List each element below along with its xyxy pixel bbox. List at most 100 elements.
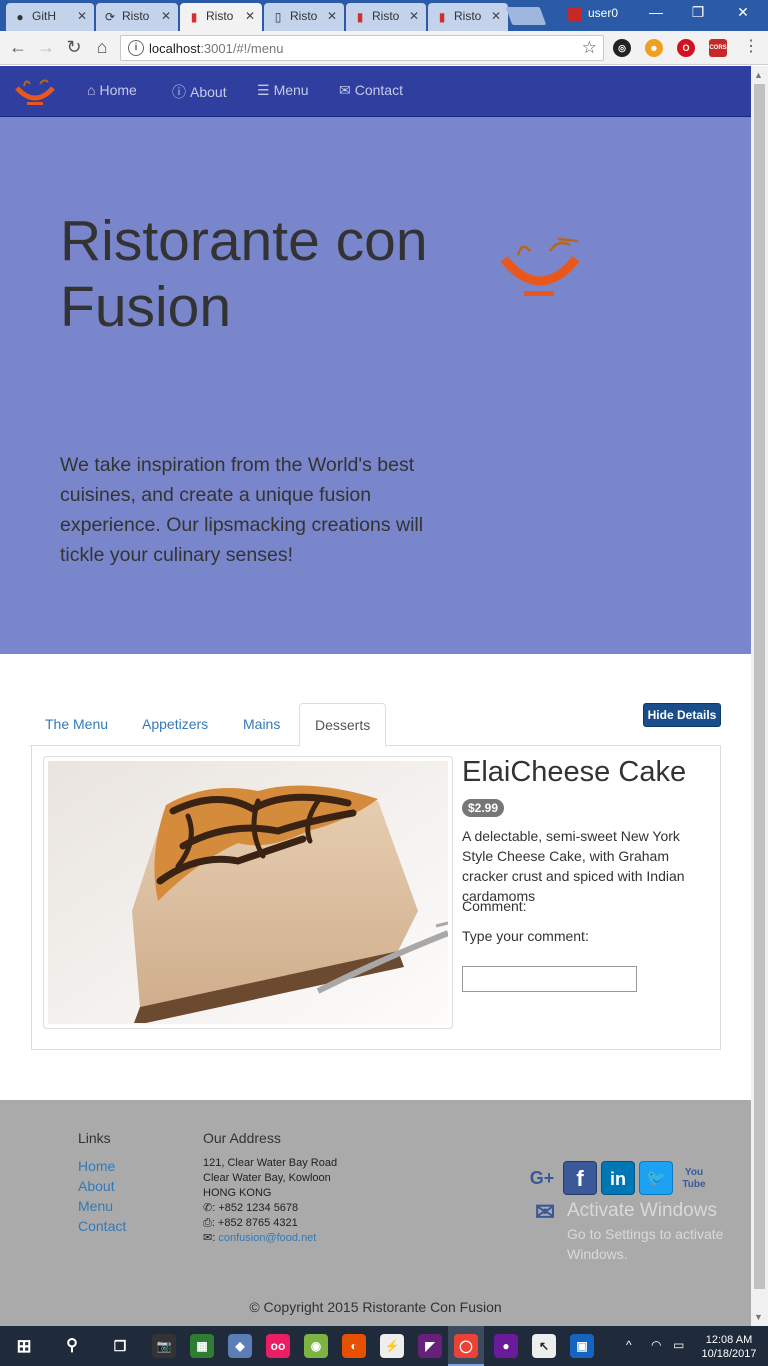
nav-contact[interactable]: ✉ Contact xyxy=(339,82,403,99)
profile-name: user0 xyxy=(588,6,619,20)
clock-time: 12:08 AM xyxy=(705,1334,753,1346)
tab-mains[interactable]: Mains xyxy=(228,703,295,746)
tab-title: Risto xyxy=(206,9,234,23)
taskbar-clock[interactable]: 12:08 AM 10/18/2017 xyxy=(698,1333,760,1361)
type-comment-label: Type your comment: xyxy=(462,928,589,944)
hide-details-button[interactable]: Hide Details xyxy=(643,703,721,727)
firefox-app-icon[interactable]: ◐ xyxy=(342,1334,366,1358)
tab-desserts[interactable]: Desserts xyxy=(299,703,387,747)
footer-link-contact[interactable]: Contact xyxy=(78,1218,126,1234)
youtube-icon[interactable]: You Tube xyxy=(678,1161,710,1195)
browser-tab-risto-3[interactable]: ▯ Risto ✕ xyxy=(264,3,344,31)
site-footer: Links Home About Menu Contact Our Addres… xyxy=(0,1100,751,1326)
page-viewport: ⌂ Home ⓘ About ☰ Menu ✉ Contact Ristorante c… xyxy=(0,66,751,1326)
browser-tab-risto-5[interactable]: ▮ Risto ✕ xyxy=(428,3,508,31)
wifi-icon[interactable]: ◠ xyxy=(651,1338,661,1352)
flickr-app-icon[interactable]: oo xyxy=(266,1334,290,1358)
visual-studio-app-icon[interactable]: ◤ xyxy=(418,1334,442,1358)
address-heading: Our Address xyxy=(203,1130,281,1146)
close-tab-icon[interactable]: ✕ xyxy=(491,9,501,23)
restore-icon[interactable]: ❐ xyxy=(675,4,721,21)
address-line-3: HONG KONG xyxy=(203,1187,272,1199)
page-scrollbar[interactable]: ▲ ▼ xyxy=(751,66,768,1326)
camera-app-icon[interactable]: 📷 xyxy=(152,1334,176,1358)
nav-label: About xyxy=(190,84,227,100)
new-tab-button[interactable] xyxy=(505,7,547,25)
close-window-icon[interactable]: ✕ xyxy=(720,4,766,21)
fax-line: ⎙: +852 8765 4321 xyxy=(203,1216,298,1231)
circle-extension-icon[interactable]: ◎ xyxy=(613,39,631,57)
footer-link-menu[interactable]: Menu xyxy=(78,1198,113,1214)
phone-line: ✆: +852 1234 5678 xyxy=(203,1201,298,1216)
footer-link-about[interactable]: About xyxy=(78,1178,115,1194)
info-icon[interactable]: i xyxy=(128,40,144,56)
android-app-icon[interactable]: ◉ xyxy=(304,1334,328,1358)
browser-tab-github[interactable]: ● GitH ✕ xyxy=(6,3,94,31)
nav-menu[interactable]: ☰ Menu xyxy=(257,82,309,99)
scroll-down-icon[interactable]: ▼ xyxy=(754,1312,763,1322)
task-view-icon[interactable]: ❐ xyxy=(108,1334,132,1358)
nav-about[interactable]: ⓘ About xyxy=(172,82,227,102)
github-icon: ● xyxy=(16,10,24,24)
email-link[interactable]: confusion@food.net xyxy=(218,1232,316,1244)
browser-tab-risto-4[interactable]: ▮ Risto ✕ xyxy=(346,3,426,31)
windows-start-icon[interactable]: ⊞ xyxy=(12,1334,36,1358)
tab-title: GitH xyxy=(32,9,56,23)
footer-link-home[interactable]: Home xyxy=(78,1158,115,1174)
browser-tab-risto-active[interactable]: ▮ Risto ✕ xyxy=(180,3,262,31)
browser-tab-strip: ● GitH ✕ ⟳ Risto ✕ ▮ Risto ✕ ▯ Risto ✕ ▮… xyxy=(0,0,768,31)
bookmark-star-icon[interactable]: ☆ xyxy=(582,38,597,58)
lightning-app-icon[interactable]: ⚡ xyxy=(380,1334,404,1358)
dish-panel: ElaiCheese Cake $2.99 A delectable, semi… xyxy=(31,745,721,1050)
close-tab-icon[interactable]: ✕ xyxy=(77,9,87,23)
tab-appetizers[interactable]: Appetizers xyxy=(127,703,223,746)
browser-tab-risto-1[interactable]: ⟳ Risto ✕ xyxy=(96,3,178,31)
activate-subtitle: Go to Settings to activate Windows. xyxy=(567,1226,724,1262)
tray-chevron-icon[interactable]: ^ xyxy=(626,1338,632,1352)
mail-icon[interactable]: ✉ xyxy=(528,1200,562,1234)
tiles-app-icon[interactable]: ▦ xyxy=(190,1334,214,1358)
cursor-app-icon[interactable]: ↖ xyxy=(532,1334,556,1358)
url-text[interactable]: localhost:3001/#!/menu xyxy=(149,41,283,56)
reload-icon[interactable]: ↻ xyxy=(63,36,85,58)
notification-icon[interactable]: ▭ xyxy=(673,1338,684,1352)
tab-title: Risto xyxy=(454,9,482,23)
close-tab-icon[interactable]: ✕ xyxy=(245,9,255,23)
chrome-app-icon[interactable]: ◯ xyxy=(454,1334,478,1358)
facebook-icon[interactable]: f xyxy=(563,1161,597,1195)
windows-taskbar: ⊞ ⚲ ❐ 📷 ▦ ◆ oo ◉ ◐ ⚡ ◤ ◯ ● ↖ ▣ ^ ◠ ▭ 12:08 AM 10/18… xyxy=(0,1326,768,1366)
close-tab-icon[interactable]: ✕ xyxy=(409,9,419,23)
google-plus-icon[interactable]: G+ xyxy=(525,1161,559,1195)
cube-app-icon[interactable]: ◆ xyxy=(228,1334,252,1358)
emoji-extension-icon[interactable]: ☻ xyxy=(645,39,663,57)
comment-label: Comment: xyxy=(462,898,527,914)
scroll-up-icon[interactable]: ▲ xyxy=(754,70,763,80)
forward-icon[interactable]: → xyxy=(35,36,57,58)
close-tab-icon[interactable]: ✕ xyxy=(161,9,171,23)
scroll-thumb[interactable] xyxy=(754,84,765,1289)
profile-button[interactable]: user0 xyxy=(568,6,618,21)
address-bar[interactable]: i localhost:3001/#!/menu ☆ xyxy=(120,35,604,61)
minimize-icon[interactable]: — xyxy=(633,4,679,20)
search-icon[interactable]: ⚲ xyxy=(60,1334,84,1358)
remote-app-icon[interactable]: ▣ xyxy=(570,1334,594,1358)
profile-icon xyxy=(568,6,582,21)
chrome-menu-icon[interactable]: ⋮ xyxy=(740,36,762,58)
dish-title: ElaiCheese Cake xyxy=(462,756,687,788)
nav-home[interactable]: ⌂ Home xyxy=(87,82,137,98)
close-tab-icon[interactable]: ✕ xyxy=(327,9,337,23)
twitter-icon[interactable]: 🐦 xyxy=(639,1161,673,1195)
back-icon[interactable]: ← xyxy=(7,36,29,58)
opera-extension-icon[interactable]: O xyxy=(677,39,695,57)
email-line: ✉: confusion@food.net xyxy=(203,1232,317,1244)
copyright: © Copyright 2015 Ristorante Con Fusion xyxy=(249,1299,502,1315)
cat-app-icon[interactable]: ● xyxy=(494,1334,518,1358)
comment-input[interactable] xyxy=(462,966,637,992)
info-icon: ⓘ xyxy=(172,84,186,100)
cors-extension-icon[interactable]: CORS xyxy=(709,39,727,57)
clock-date: 10/18/2017 xyxy=(701,1348,757,1360)
tab-the-menu[interactable]: The Menu xyxy=(30,703,123,746)
brand-logo[interactable] xyxy=(14,76,56,108)
linkedin-icon[interactable]: in xyxy=(601,1161,635,1195)
home-button-icon[interactable]: ⌂ xyxy=(91,36,113,58)
